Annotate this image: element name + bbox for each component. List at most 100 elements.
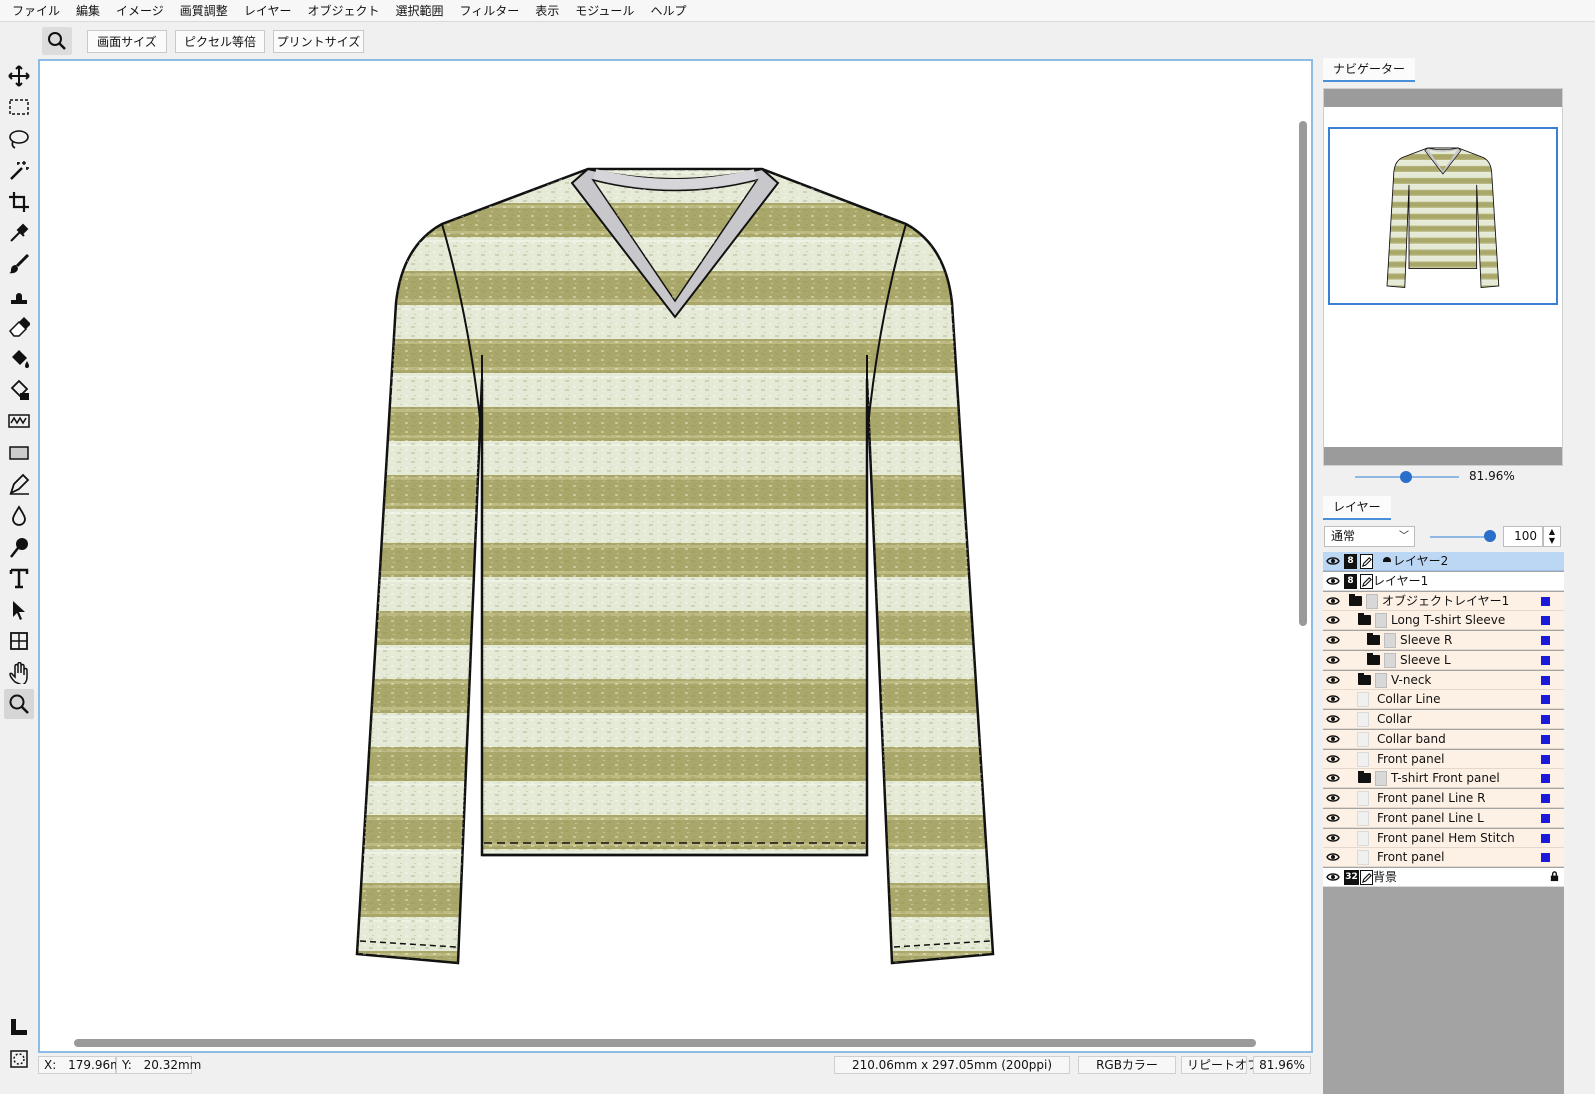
edit-lock-pencil-icon[interactable]	[1360, 870, 1373, 885]
zoom-tool-indicator[interactable]	[42, 27, 72, 55]
edit-lock-pencil-icon[interactable]	[1360, 554, 1373, 569]
visibility-eye-icon[interactable]	[1326, 594, 1340, 608]
wave-tool-button[interactable]	[4, 406, 34, 436]
layer-row[interactable]: Sleeve R	[1323, 631, 1564, 650]
folder-icon[interactable]	[1358, 613, 1371, 626]
quick-mask-button[interactable]	[4, 1044, 34, 1074]
rectangle-tool-button[interactable]	[4, 438, 34, 468]
visibility-eye-icon[interactable]	[1326, 791, 1340, 805]
opacity-input[interactable]: 100	[1503, 526, 1543, 547]
hand-tool-button[interactable]	[4, 658, 34, 688]
select-arrow-icon	[13, 600, 25, 620]
menu-item-3[interactable]: 画質調整	[172, 0, 236, 22]
layer-row[interactable]: Collar	[1323, 710, 1564, 729]
zoom-tool-button[interactable]	[4, 689, 34, 719]
dodge-tool-button[interactable]	[4, 532, 34, 562]
rect-select-tool-button[interactable]	[4, 92, 34, 122]
horizontal-scrollbar[interactable]	[74, 1039, 1256, 1047]
folder-icon[interactable]	[1367, 633, 1380, 645]
navigator-zoom-knob[interactable]	[1399, 471, 1412, 483]
menu-item-4[interactable]: レイヤー	[236, 0, 300, 22]
menu-item-7[interactable]: フィルター	[451, 0, 527, 22]
visibility-eye-icon[interactable]	[1326, 633, 1340, 647]
pattern-fill-tool-button[interactable]	[4, 375, 34, 405]
lasso-tool-button[interactable]	[4, 124, 34, 154]
screen-size-button[interactable]: 画面サイズ	[87, 30, 167, 53]
eyedropper-tool-button[interactable]	[4, 218, 34, 248]
transform-tool-button[interactable]	[4, 626, 34, 656]
fill-tool-button[interactable]	[4, 344, 34, 374]
menu-item-1[interactable]: 編集	[68, 0, 108, 22]
canvas[interactable]	[38, 59, 1313, 1053]
vertical-scrollbar[interactable]	[1299, 121, 1307, 626]
magic-wand-tool-button[interactable]	[4, 155, 34, 185]
move-tool-button[interactable]	[4, 61, 34, 91]
folder-icon[interactable]	[1349, 593, 1362, 606]
layer-name: Long T-shirt Sleeve	[1391, 613, 1506, 628]
layer-row[interactable]: 8 レイヤー1	[1323, 571, 1564, 591]
tab-layers[interactable]: レイヤー	[1323, 496, 1391, 520]
blend-mode-select[interactable]: 通常 ﹀	[1324, 526, 1415, 547]
opacity-knob[interactable]	[1484, 530, 1496, 542]
menu-item-2[interactable]: イメージ	[108, 0, 172, 22]
visibility-eye-icon[interactable]	[1326, 673, 1340, 687]
menu-item-5[interactable]: オブジェクト	[299, 0, 387, 22]
visibility-eye-icon[interactable]	[1326, 811, 1340, 825]
select-arrow-tool-button[interactable]	[4, 595, 34, 625]
visibility-eye-icon[interactable]	[1326, 771, 1340, 785]
stamp-tool-button[interactable]	[4, 281, 34, 311]
layer-row[interactable]: Front panel Hem Stitch	[1323, 828, 1564, 848]
visibility-eye-icon[interactable]	[1326, 712, 1340, 726]
fill-icon	[12, 349, 29, 368]
visibility-eye-icon[interactable]	[1326, 692, 1340, 706]
layer-row[interactable]: 32 背景	[1323, 868, 1564, 887]
ruler-button[interactable]	[4, 1012, 34, 1042]
opacity-spinner[interactable]: ▲ ▼	[1543, 526, 1561, 547]
pixel-ratio-button[interactable]: ピクセル等倍	[175, 30, 265, 53]
layer-row[interactable]: Front panel	[1323, 848, 1564, 868]
layer-row[interactable]: Front panel Line L	[1323, 808, 1564, 828]
edit-lock-pencil-icon[interactable]	[1360, 573, 1373, 589]
menu-item-10[interactable]: ヘルプ	[642, 0, 694, 22]
layer-row[interactable]: Front panel Line R	[1323, 789, 1564, 808]
visibility-eye-icon[interactable]	[1326, 653, 1340, 667]
layer-row[interactable]: T-shirt Front panel	[1323, 769, 1564, 789]
magic-wand-icon	[10, 161, 29, 181]
tab-navigator[interactable]: ナビゲーター	[1323, 58, 1416, 82]
brush-tool-button[interactable]	[4, 249, 34, 279]
visibility-eye-icon[interactable]	[1326, 732, 1340, 746]
visibility-eye-icon[interactable]	[1326, 613, 1340, 627]
print-size-button[interactable]: プリントサイズ	[273, 30, 364, 53]
folder-icon[interactable]	[1358, 672, 1371, 685]
layer-row[interactable]: Collar band	[1323, 729, 1564, 749]
menu-item-9[interactable]: モジュール	[567, 0, 642, 22]
text-tool-button[interactable]	[4, 563, 34, 593]
opacity-track[interactable]	[1430, 536, 1490, 538]
layer-thumbnail	[1375, 771, 1387, 787]
layer-row[interactable]: V-neck	[1323, 670, 1564, 690]
layer-row[interactable]: Collar Line	[1323, 690, 1564, 710]
visibility-eye-icon[interactable]	[1326, 870, 1340, 884]
layer-row[interactable]: Long T-shirt Sleeve	[1323, 611, 1564, 631]
drop-tool-button[interactable]	[4, 501, 34, 531]
eraser-tool-button[interactable]	[4, 312, 34, 342]
menu-item-8[interactable]: 表示	[527, 0, 567, 22]
visibility-eye-icon[interactable]	[1326, 831, 1340, 845]
menu-item-0[interactable]: ファイル	[4, 0, 68, 22]
layer-row[interactable]: オブジェクトレイヤー1	[1323, 591, 1564, 611]
crop-tool-button[interactable]	[4, 187, 34, 217]
navigator-viewport[interactable]	[1328, 127, 1558, 305]
navigator-preview[interactable]	[1323, 88, 1563, 466]
menu-item-6[interactable]: 選択範囲	[387, 0, 451, 22]
visibility-eye-icon[interactable]	[1326, 752, 1340, 766]
layer-row[interactable]: Sleeve L	[1323, 650, 1564, 670]
folder-icon[interactable]	[1367, 652, 1380, 665]
layer-row[interactable]: 8 レイヤー2	[1323, 552, 1564, 571]
lock-icon[interactable]	[1549, 871, 1560, 885]
layer-row[interactable]: Front panel	[1323, 749, 1564, 769]
visibility-eye-icon[interactable]	[1326, 574, 1340, 588]
folder-icon[interactable]	[1358, 771, 1371, 784]
visibility-eye-icon[interactable]	[1326, 554, 1340, 568]
pen-tool-button[interactable]	[4, 469, 34, 499]
visibility-eye-icon[interactable]	[1326, 850, 1340, 864]
